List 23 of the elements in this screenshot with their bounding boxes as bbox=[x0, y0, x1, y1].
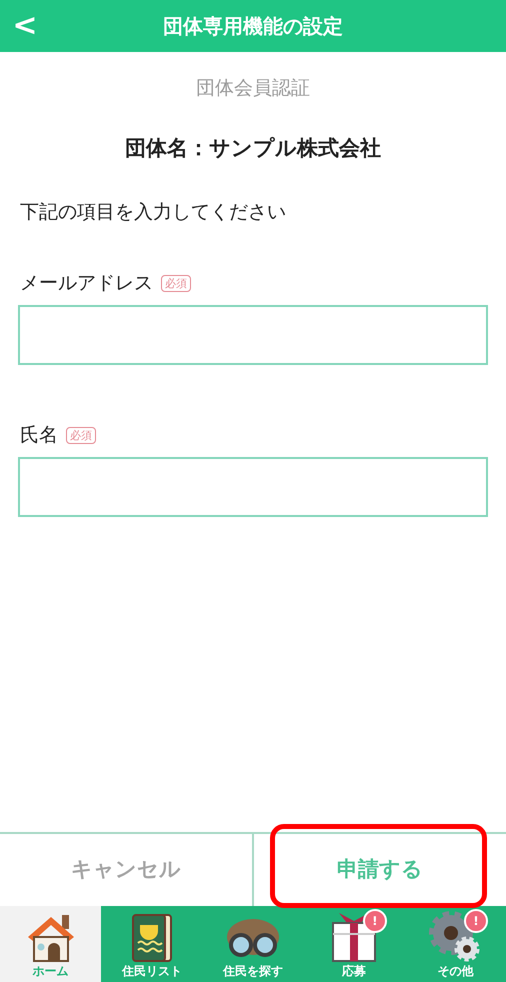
notification-badge: ! bbox=[362, 909, 387, 933]
screen-title: 団体専用機能の設定 bbox=[163, 13, 343, 40]
notification-badge: ! bbox=[464, 909, 488, 933]
tab-item[interactable]: 住民を探す bbox=[202, 906, 304, 982]
back-button[interactable]: < bbox=[10, 6, 40, 46]
required-badge: 必須 bbox=[66, 426, 96, 444]
organization-name: 団体名：サンプル株式会社 bbox=[124, 135, 382, 162]
input-field[interactable] bbox=[18, 457, 488, 517]
tab-label: ホーム bbox=[32, 963, 69, 979]
tab-label: 住民を探す bbox=[223, 963, 283, 979]
tab-label: その他 bbox=[437, 963, 474, 979]
field-label: メールアドレス bbox=[20, 271, 153, 296]
input-field[interactable] bbox=[18, 305, 488, 365]
tab-label: 住民リスト bbox=[122, 963, 182, 979]
tab-item[interactable]: その他 ! bbox=[404, 906, 506, 982]
instruction-text: 下記の項目を入力してください bbox=[19, 200, 287, 225]
section-subtitle: 団体会員認証 bbox=[195, 76, 311, 101]
tab-item[interactable]: 応募 ! bbox=[304, 906, 405, 982]
tab-item[interactable]: ホーム bbox=[0, 906, 102, 982]
tab-label: 応募 bbox=[342, 963, 366, 979]
required-badge: 必須 bbox=[161, 274, 191, 292]
tab-item[interactable]: 住民リスト bbox=[101, 906, 202, 982]
field-label: 氏名 bbox=[20, 423, 58, 448]
